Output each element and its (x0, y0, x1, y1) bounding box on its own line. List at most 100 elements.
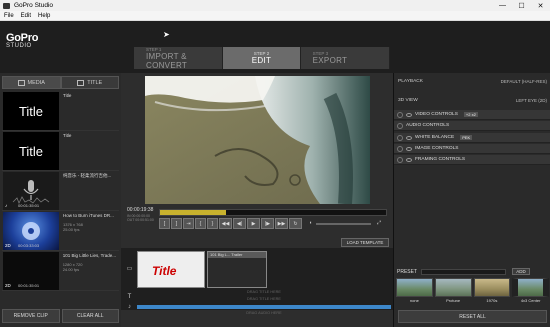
video-frame (145, 76, 370, 204)
eye-icon[interactable] (406, 157, 412, 162)
list-item[interactable]: ♪ 00:01:35:01 纯音乐 - 轻柔流行吉他... (2, 171, 119, 211)
step-forward-icon[interactable]: |▶ (261, 218, 274, 229)
volume-slider[interactable] (316, 223, 371, 225)
clip-name: Title (63, 133, 72, 138)
white-balance-section[interactable]: WHITE BALANCE PEK (394, 133, 550, 143)
preset-protune[interactable]: Protune (434, 278, 472, 305)
play-icon[interactable]: ▶ (247, 218, 260, 229)
section-label: IMAGE CONTROLS (415, 146, 459, 151)
minimize-button[interactable]: — (493, 0, 512, 11)
clear-all-button[interactable]: CLEAR ALL (61, 309, 119, 323)
toggle-icon[interactable] (397, 145, 403, 152)
remove-clip-button[interactable]: REMOVE CLIP (2, 309, 60, 323)
list-item[interactable]: 2D 00:03:33:03 How to Burn iTunes DR... … (2, 211, 119, 251)
image-controls-section[interactable]: IMAGE CONTROLS (394, 144, 550, 154)
rewind-icon[interactable]: ◀◀ (219, 218, 232, 229)
tab-media-label: MEDIA (27, 79, 45, 86)
video-clip-label: 101 Big L... Trailer (208, 252, 266, 258)
title-track-1[interactable]: DRAG TITLE HERE (137, 289, 391, 295)
tab-title-label: TITLE (87, 79, 103, 86)
list-item[interactable]: Title Title (2, 91, 119, 131)
settings-panel: PLAYBACK DEFAULT (HALF-RES) 3D VIEW LEFT… (393, 73, 550, 327)
preset-4x3-center[interactable]: 4x3 Center (512, 278, 549, 305)
timeline-title-clip[interactable]: Title (137, 251, 205, 288)
clip-duration: 00:01:35:01 (18, 203, 40, 208)
playback-row[interactable]: PLAYBACK DEFAULT (HALF-RES) (394, 76, 550, 87)
section-value: +2 x2 (463, 112, 478, 117)
eye-icon[interactable] (406, 112, 412, 117)
app-icon (3, 2, 10, 9)
close-button[interactable]: ✕ (531, 0, 550, 11)
3d-view-select[interactable]: LEFT EYE (2D) (516, 98, 547, 103)
3d-view-row[interactable]: 3D VIEW LEFT EYE (2D) (394, 95, 550, 106)
clip-list: Title Title Title Title ♪ 00:01:35:01 纯音… (2, 91, 119, 301)
prev-mark-button[interactable]: { (195, 218, 206, 229)
tab-media[interactable]: MEDIA (2, 76, 61, 89)
toggle-icon[interactable] (397, 111, 403, 118)
maximize-button[interactable]: ☐ (512, 0, 531, 11)
tab-title[interactable]: TITLE (60, 76, 119, 89)
list-item[interactable]: Title Title (2, 131, 119, 171)
preset-thumbnail (396, 278, 433, 297)
mark-in-button[interactable]: [ (159, 218, 170, 229)
add-preset-button[interactable]: ADD (512, 268, 531, 275)
reset-all-button[interactable]: RESET ALL (398, 310, 547, 323)
toggle-icon[interactable] (397, 122, 403, 129)
section-label: FRAMING CONTROLS (415, 157, 466, 162)
menu-file[interactable]: File (4, 13, 14, 19)
section-value: PEK (460, 135, 473, 140)
mark-out-button[interactable]: ] (171, 218, 182, 229)
playback-select[interactable]: DEFAULT (HALF-RES) (501, 79, 547, 84)
3d-view-label: 3D VIEW (398, 98, 418, 103)
microphone-icon (12, 180, 50, 204)
menu-help[interactable]: Help (38, 13, 50, 19)
clip-details: 1280 x 720 24.00 fps (62, 262, 83, 272)
step-import[interactable]: STEP 1 IMPORT & CONVERT (134, 47, 224, 70)
volume-icon[interactable]: ◖ (309, 220, 312, 226)
toggle-icon[interactable] (397, 134, 403, 141)
preset-1970s[interactable]: 1970s (473, 278, 511, 305)
2d-badge: 2D (5, 283, 11, 288)
step-back-icon[interactable]: ◀| (233, 218, 246, 229)
title-bar: GoPro Studio — ☐ ✕ (0, 0, 550, 11)
logo-product: STUDIO (6, 43, 32, 49)
section-label: VIDEO CONTROLS (415, 112, 458, 117)
load-template-button[interactable]: LOAD TEMPLATE (341, 238, 389, 247)
clip-details: 1376 x 768 25.00 fps (63, 222, 83, 232)
step-edit[interactable]: STEP 2 EDIT (223, 47, 301, 69)
step-label: IMPORT & CONVERT (146, 51, 188, 70)
scrub-bar[interactable] (159, 209, 387, 216)
next-mark-button[interactable]: } (207, 218, 218, 229)
timeline: ▭ Title 101 Big L... Trailer DRAG TITLE … (121, 248, 393, 315)
list-item[interactable]: 2D 00:01:35:01 101 Big Little Lies, Trad… (2, 251, 119, 291)
eye-icon[interactable] (406, 146, 412, 151)
step-export[interactable]: STEP 3 EXPORT (300, 47, 390, 69)
loop-icon[interactable]: ↻ (289, 218, 302, 229)
preset-bar: PRESET ADD (394, 267, 550, 276)
framing-controls-section[interactable]: FRAMING CONTROLS (394, 155, 550, 165)
audio-track[interactable] (137, 305, 391, 309)
fullscreen-icon[interactable]: ⤢ (377, 220, 381, 226)
fast-forward-icon[interactable]: ▶▶ (275, 218, 288, 229)
toggle-icon[interactable] (397, 156, 403, 163)
eye-icon[interactable] (406, 135, 412, 140)
clip-thumbnail: Title (3, 92, 59, 130)
preset-none[interactable]: none (396, 278, 433, 305)
step-label: EDIT (251, 56, 272, 65)
title-track-icon: T (127, 293, 132, 300)
preset-name-input[interactable] (421, 268, 507, 275)
clip-thumbnail: 2D 00:01:35:01 (3, 252, 59, 290)
menu-edit[interactable]: Edit (21, 13, 31, 19)
section-label: WHITE BALANCE (415, 135, 455, 140)
preset-label: 4x3 Center (520, 298, 541, 303)
audio-drop-zone[interactable]: DRAG AUDIO HERE (137, 310, 391, 316)
timeline-video-clip[interactable]: 101 Big L... Trailer (207, 251, 267, 288)
section-label: AUDIO CONTROLS (406, 123, 450, 128)
video-preview[interactable] (145, 76, 370, 204)
video-controls-section[interactable]: VIDEO CONTROLS +2 x2 (394, 110, 550, 120)
split-button[interactable]: ⇥ (183, 218, 194, 229)
clip-thumbnail: ♪ 00:01:35:01 (3, 172, 59, 210)
preset-label: PRESET (397, 268, 418, 275)
title-track-2[interactable]: DRAG TITLE HERE (137, 296, 391, 302)
audio-controls-section[interactable]: AUDIO CONTROLS (394, 121, 550, 131)
